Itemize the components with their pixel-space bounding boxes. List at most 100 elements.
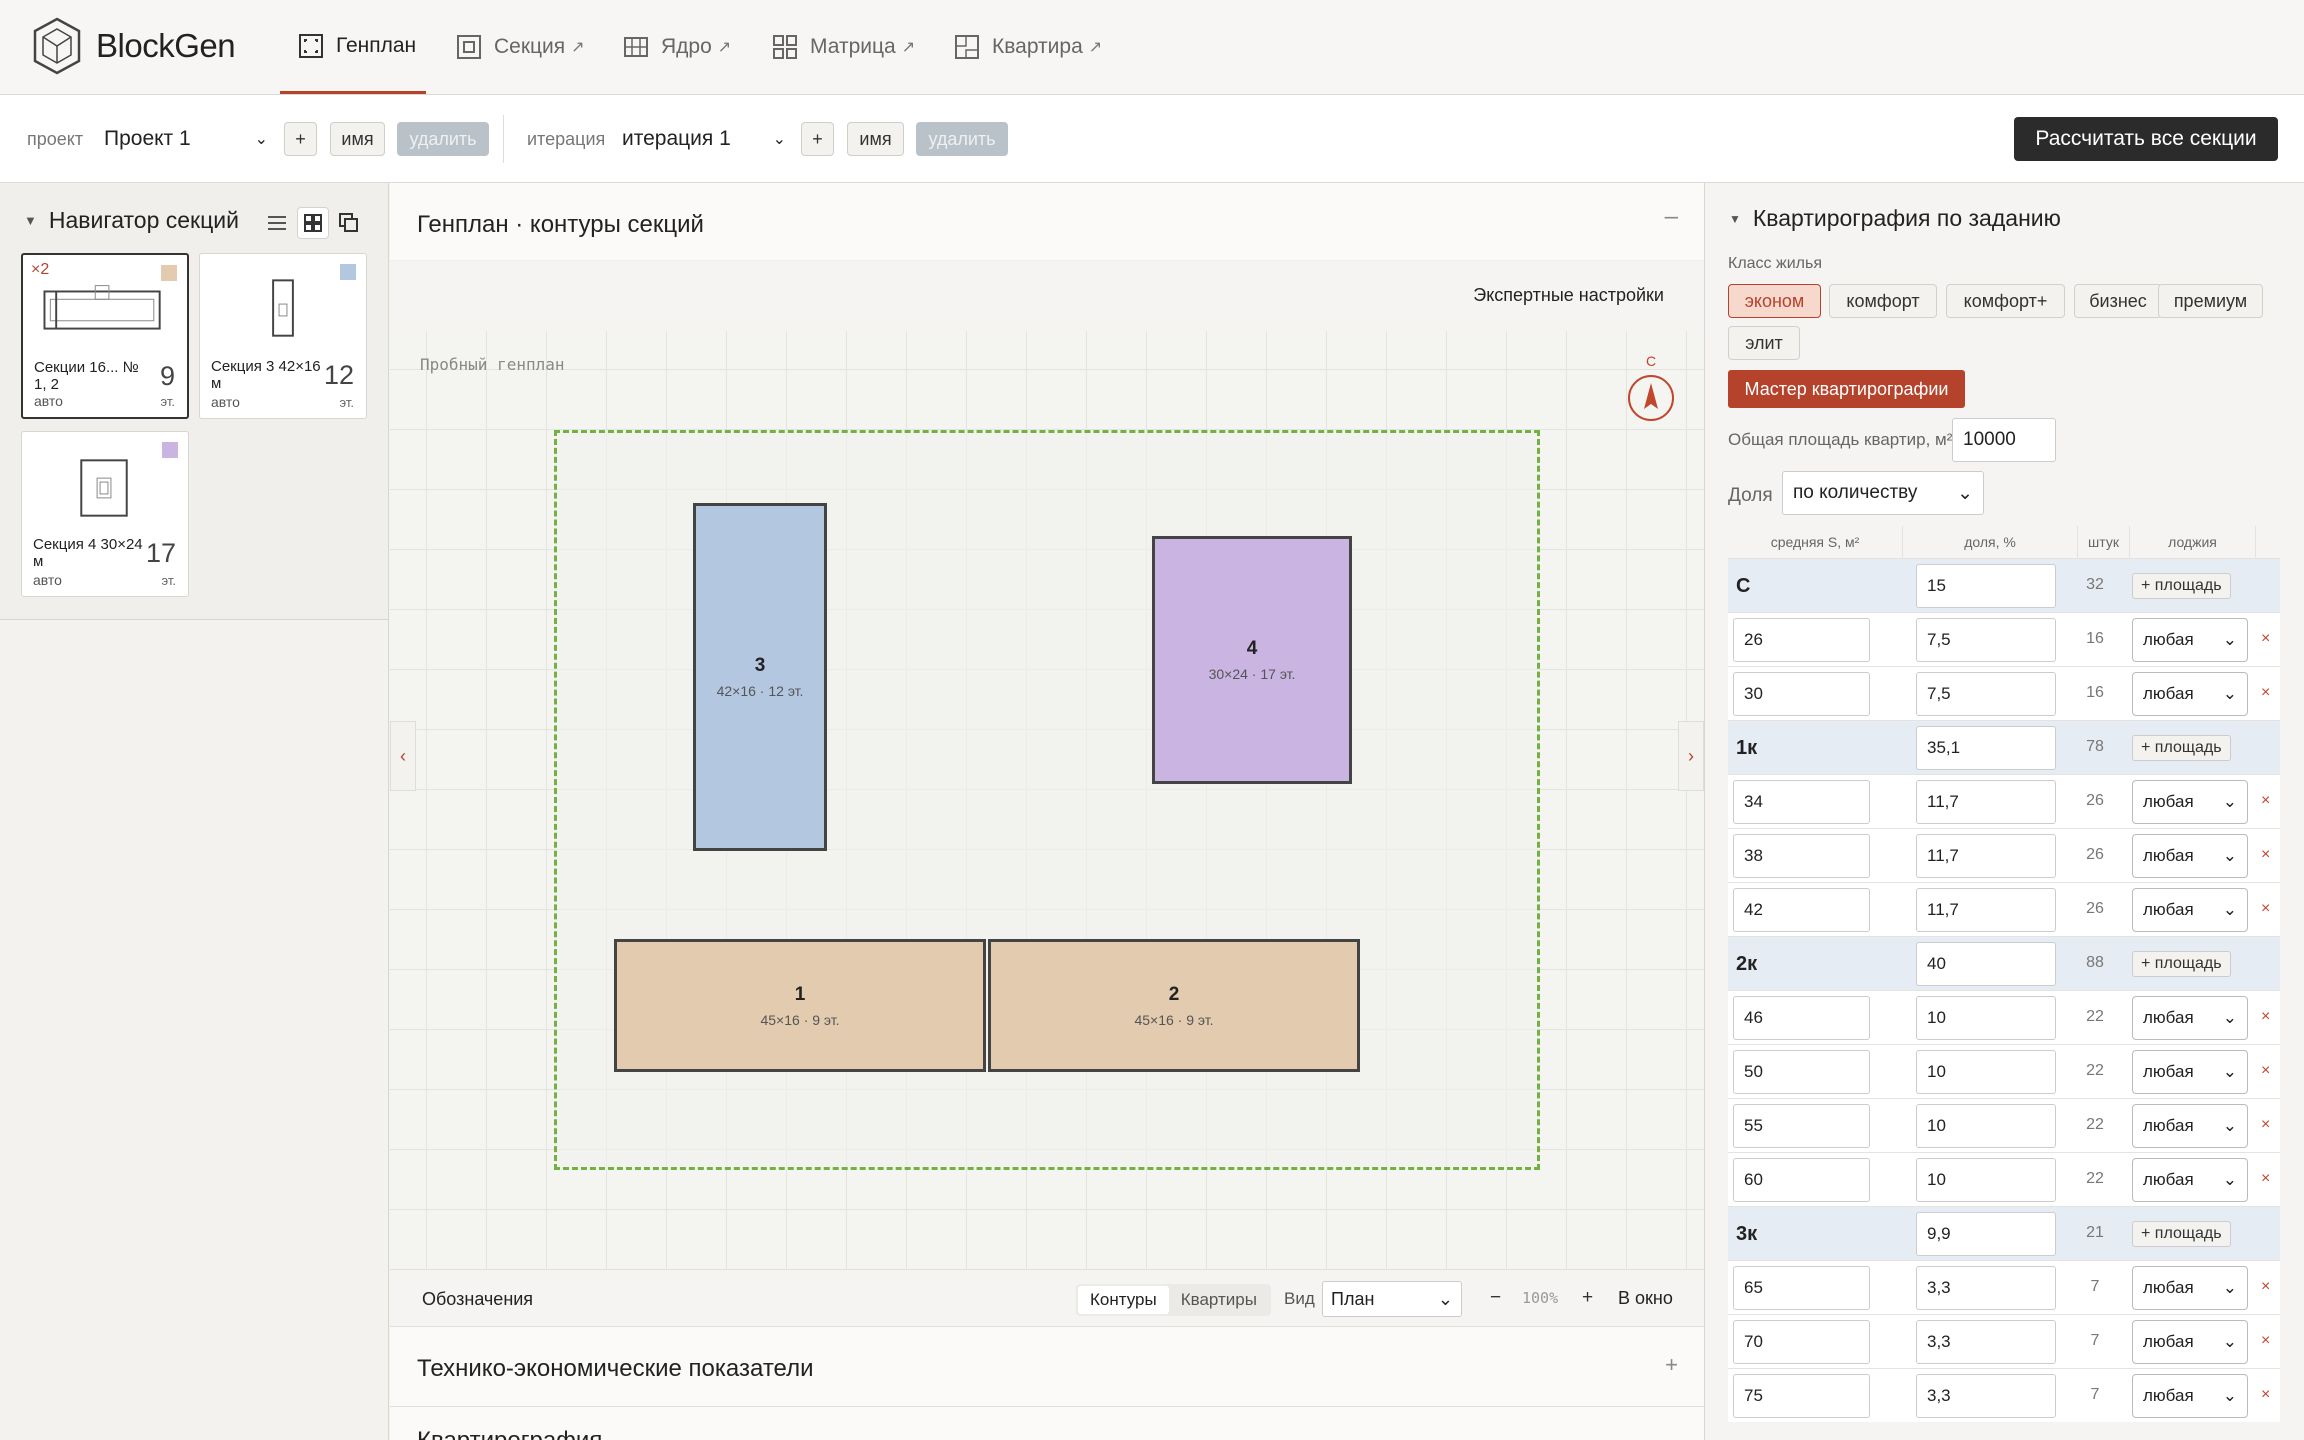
area-input[interactable]: 75 xyxy=(1733,1374,1870,1418)
tab-section[interactable]: Секция ↗ xyxy=(456,0,585,94)
class-chip-comfort[interactable]: комфорт xyxy=(1829,284,1937,318)
add-area-button[interactable]: + площадь xyxy=(2132,735,2231,761)
section-card[interactable]: Секция 3 42×16 м авто 12 эт. xyxy=(199,253,367,419)
loggia-select[interactable]: любая ⌄ xyxy=(2132,672,2248,716)
share-input[interactable]: 11,7 xyxy=(1916,834,2056,878)
group-share-input[interactable]: 40 xyxy=(1916,942,2056,986)
apartment-mix-header[interactable]: ▼ Квартирография по заданию xyxy=(1729,205,2061,232)
delete-row-icon[interactable]: × xyxy=(2261,1278,2270,1296)
add-project-button[interactable]: + xyxy=(284,122,317,156)
building-4[interactable]: 4 30×24 · 17 эт. xyxy=(1152,536,1352,784)
grid-view-icon[interactable] xyxy=(297,207,329,239)
delete-row-icon[interactable]: × xyxy=(2261,1386,2270,1404)
class-chip-premium[interactable]: премиум xyxy=(2158,284,2263,318)
delete-row-icon[interactable]: × xyxy=(2261,684,2270,702)
fit-to-window-button[interactable]: В окно xyxy=(1618,1288,1673,1309)
share-input[interactable]: 7,5 xyxy=(1916,618,2056,662)
apartment-mix-wizard-button[interactable]: Мастер квартирографии xyxy=(1728,370,1965,408)
delete-row-icon[interactable]: × xyxy=(2261,630,2270,648)
area-input[interactable]: 46 xyxy=(1733,996,1870,1040)
section-card[interactable]: ×2 Секции 16... № 1, 2 авто 9 эт. xyxy=(21,253,189,419)
class-chip-elite[interactable]: элит xyxy=(1728,326,1800,360)
loggia-select[interactable]: любая ⌄ xyxy=(2132,1266,2248,1310)
expand-button[interactable]: + xyxy=(1665,1352,1678,1378)
tep-section[interactable]: Технико-экономические показатели + xyxy=(390,1327,1704,1407)
class-chip-business[interactable]: бизнес xyxy=(2074,284,2162,318)
delete-row-icon[interactable]: × xyxy=(2261,1116,2270,1134)
rename-project-button[interactable]: имя xyxy=(330,122,385,156)
area-input[interactable]: 50 xyxy=(1733,1050,1870,1094)
loggia-select[interactable]: любая ⌄ xyxy=(2132,888,2248,932)
tab-matrix[interactable]: Матрица ↗ xyxy=(772,0,915,94)
total-area-input[interactable]: 10000 xyxy=(1952,418,2056,462)
mode-contours[interactable]: Контуры xyxy=(1078,1286,1169,1314)
section-card[interactable]: Секция 4 30×24 м авто 17 эт. xyxy=(21,431,189,597)
delete-row-icon[interactable]: × xyxy=(2261,1170,2270,1188)
add-area-button[interactable]: + площадь xyxy=(2132,951,2231,977)
delete-iteration-button[interactable]: удалить xyxy=(916,122,1008,156)
loggia-select[interactable]: любая ⌄ xyxy=(2132,1050,2248,1094)
share-input[interactable]: 3,3 xyxy=(1916,1374,2056,1418)
expert-settings-link[interactable]: Экспертные настройки xyxy=(1473,285,1664,306)
share-input[interactable]: 10 xyxy=(1916,1158,2056,1202)
area-input[interactable]: 55 xyxy=(1733,1104,1870,1148)
loggia-select[interactable]: любая ⌄ xyxy=(2132,780,2248,824)
tab-core[interactable]: Ядро ↗ xyxy=(623,0,731,94)
copy-icon[interactable] xyxy=(333,207,365,239)
add-iteration-button[interactable]: + xyxy=(801,122,834,156)
delete-row-icon[interactable]: × xyxy=(2261,1008,2270,1026)
delete-row-icon[interactable]: × xyxy=(2261,1062,2270,1080)
tab-apartment[interactable]: Квартира ↗ xyxy=(954,0,1102,94)
calculate-all-sections-button[interactable]: Рассчитать все секции xyxy=(2014,117,2278,161)
class-chip-econom[interactable]: эконом xyxy=(1728,284,1821,318)
share-mode-select[interactable]: по количеству ⌄ xyxy=(1782,471,1984,515)
zoom-out-button[interactable]: − xyxy=(1490,1287,1501,1309)
loggia-select[interactable]: любая ⌄ xyxy=(2132,1320,2248,1364)
mode-apartments[interactable]: Квартиры xyxy=(1169,1286,1269,1314)
area-input[interactable]: 65 xyxy=(1733,1266,1870,1310)
building-1[interactable]: 1 45×16 · 9 эт. xyxy=(614,939,986,1072)
collapse-right-arrow[interactable]: › xyxy=(1678,721,1704,791)
project-select[interactable]: Проект 1 ⌄ xyxy=(100,118,272,160)
area-input[interactable]: 70 xyxy=(1733,1320,1870,1364)
loggia-select[interactable]: любая ⌄ xyxy=(2132,1374,2248,1418)
list-view-icon[interactable] xyxy=(261,207,293,239)
view-select[interactable]: План ⌄ xyxy=(1322,1281,1462,1317)
group-share-input[interactable]: 35,1 xyxy=(1916,726,2056,770)
area-input[interactable]: 34 xyxy=(1733,780,1870,824)
share-input[interactable]: 10 xyxy=(1916,1104,2056,1148)
navigator-header[interactable]: ▼ Навигатор секций xyxy=(24,207,239,234)
delete-row-icon[interactable]: × xyxy=(2261,792,2270,810)
share-input[interactable]: 11,7 xyxy=(1916,780,2056,824)
add-area-button[interactable]: + площадь xyxy=(2132,1221,2231,1247)
loggia-select[interactable]: любая ⌄ xyxy=(2132,618,2248,662)
collapse-left-arrow[interactable]: ‹ xyxy=(390,721,416,791)
app-logo[interactable]: BlockGen xyxy=(32,17,236,75)
delete-row-icon[interactable]: × xyxy=(2261,900,2270,918)
loggia-select[interactable]: любая ⌄ xyxy=(2132,834,2248,878)
rename-iteration-button[interactable]: имя xyxy=(847,122,904,156)
area-input[interactable]: 30 xyxy=(1733,672,1870,716)
collapse-button[interactable]: – xyxy=(1665,203,1678,231)
next-section[interactable]: Квартирография xyxy=(390,1407,1704,1440)
share-input[interactable]: 7,5 xyxy=(1916,672,2056,716)
loggia-select[interactable]: любая ⌄ xyxy=(2132,996,2248,1040)
share-input[interactable]: 10 xyxy=(1916,1050,2056,1094)
delete-project-button[interactable]: удалить xyxy=(397,122,489,156)
delete-row-icon[interactable]: × xyxy=(2261,1332,2270,1350)
building-3[interactable]: 3 42×16 · 12 эт. xyxy=(693,503,827,851)
delete-row-icon[interactable]: × xyxy=(2261,846,2270,864)
share-input[interactable]: 11,7 xyxy=(1916,888,2056,932)
share-input[interactable]: 3,3 xyxy=(1916,1320,2056,1364)
add-area-button[interactable]: + площадь xyxy=(2132,573,2231,599)
tab-genplan[interactable]: Генплан xyxy=(280,0,426,94)
area-input[interactable]: 26 xyxy=(1733,618,1870,662)
group-share-input[interactable]: 15 xyxy=(1916,564,2056,608)
area-input[interactable]: 60 xyxy=(1733,1158,1870,1202)
genplan-canvas[interactable]: Пробный генплан 3 42×16 · 12 эт. 4 30×24… xyxy=(390,331,1704,1269)
zoom-in-button[interactable]: + xyxy=(1582,1287,1593,1309)
group-share-input[interactable]: 9,9 xyxy=(1916,1212,2056,1256)
loggia-select[interactable]: любая ⌄ xyxy=(2132,1158,2248,1202)
area-input[interactable]: 38 xyxy=(1733,834,1870,878)
share-input[interactable]: 10 xyxy=(1916,996,2056,1040)
